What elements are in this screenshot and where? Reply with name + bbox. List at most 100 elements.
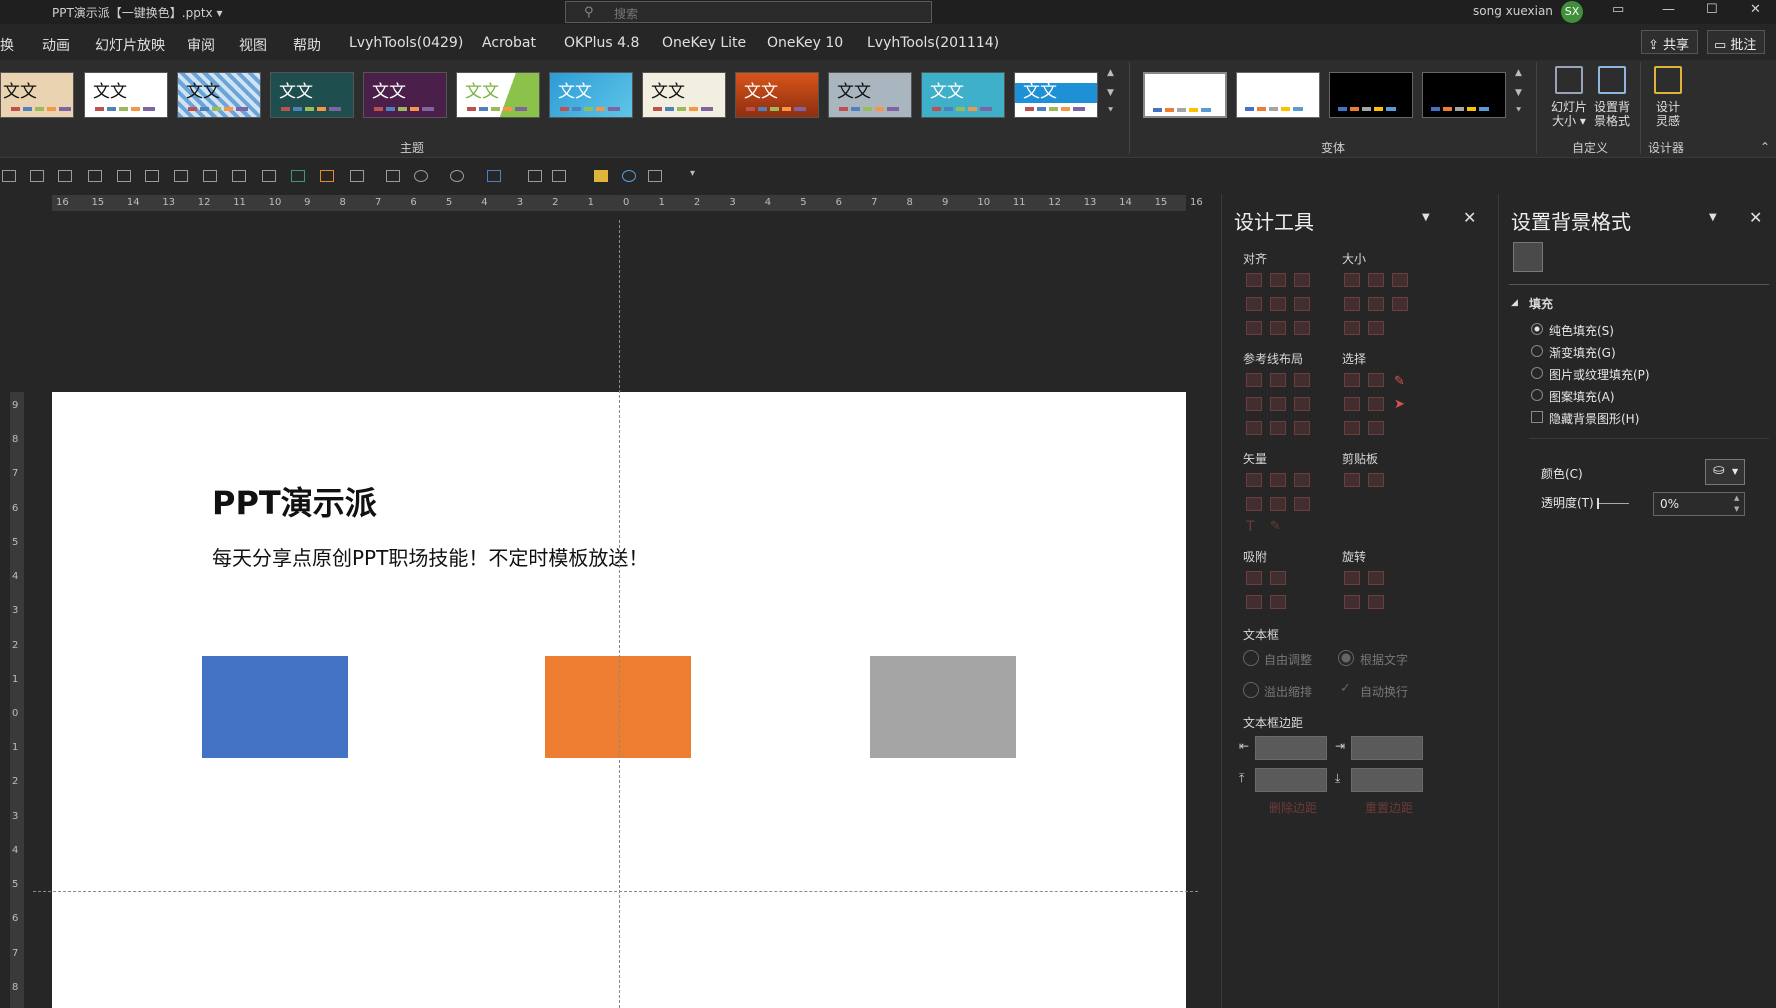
- menu-transitions[interactable]: 换: [0, 35, 14, 55]
- fill-tab-icon[interactable]: [1513, 242, 1543, 272]
- wrap-check-icon[interactable]: ✓: [1340, 681, 1351, 696]
- variant-scroll-up-icon[interactable]: ▲: [1515, 68, 1522, 78]
- vector-split-icon[interactable]: [1294, 497, 1310, 511]
- size-5-icon[interactable]: [1368, 321, 1384, 335]
- theme-scroll-down-icon[interactable]: ▼: [1107, 88, 1114, 98]
- merge-shapes-icon[interactable]: [450, 170, 464, 182]
- bring-forward-icon[interactable]: [174, 170, 188, 182]
- collapse-ribbon-icon[interactable]: ⌃: [1760, 140, 1770, 154]
- align-top-d-icon[interactable]: [1246, 297, 1262, 311]
- gradient-fill-label[interactable]: 渐变填充(G): [1549, 344, 1616, 361]
- close-icon[interactable]: ✕: [1750, 2, 1761, 17]
- guide-middle-icon[interactable]: [1270, 397, 1286, 411]
- text-effects-icon[interactable]: [648, 170, 662, 182]
- hide-bg-label[interactable]: 隐藏背景图形(H): [1549, 410, 1639, 427]
- spin-up-icon[interactable]: ▲: [1734, 494, 1739, 502]
- select-invert-icon[interactable]: [1344, 397, 1360, 411]
- menu-help[interactable]: 帮助: [293, 35, 321, 55]
- snap-3-icon[interactable]: [1246, 595, 1262, 609]
- guide-bottom-icon[interactable]: [1294, 397, 1310, 411]
- delete-margin-link[interactable]: 删除边距: [1269, 799, 1317, 816]
- distribute-h-icon[interactable]: [1246, 321, 1262, 335]
- format-painter-icon[interactable]: [386, 170, 400, 182]
- vector-intersect-icon[interactable]: [1246, 497, 1262, 511]
- theme-thumb-7[interactable]: 文文: [549, 72, 633, 118]
- slide-subtitle[interactable]: 每天分享点原创PPT职场技能！不定时模板放送！: [212, 542, 648, 571]
- snap-1-icon[interactable]: [1246, 571, 1262, 585]
- variant-thumb-2[interactable]: [1236, 72, 1320, 118]
- copy-icon[interactable]: [1344, 473, 1360, 487]
- same-height-icon[interactable]: [1368, 273, 1384, 287]
- theme-thumb-11[interactable]: 文文: [921, 72, 1005, 118]
- ungroup-icon[interactable]: [262, 170, 276, 182]
- gray-rectangle[interactable]: [870, 656, 1016, 758]
- size-3-icon[interactable]: [1392, 297, 1408, 311]
- guide-grid-1-icon[interactable]: [1246, 421, 1262, 435]
- vector-pen-icon[interactable]: ✎: [1270, 519, 1281, 534]
- slide-title[interactable]: PPT演示派: [212, 478, 377, 524]
- orange-rectangle[interactable]: [545, 656, 691, 758]
- vertical-guide[interactable]: [619, 220, 620, 1008]
- format-background-icon[interactable]: [1598, 66, 1626, 94]
- theme-more-icon[interactable]: ⯆: [1107, 106, 1114, 116]
- transparency-slider-thumb[interactable]: [1597, 498, 1599, 509]
- fit-text-radio[interactable]: [1338, 650, 1354, 666]
- design-ideas-icon[interactable]: [1654, 66, 1682, 94]
- theme-thumb-10[interactable]: 文文: [828, 72, 912, 118]
- picture-format-icon[interactable]: [552, 170, 566, 182]
- search-box[interactable]: ⚲ 搜索: [565, 1, 932, 23]
- size-1-icon[interactable]: [1344, 297, 1360, 311]
- theme-thumb-9[interactable]: 文文: [735, 72, 819, 118]
- theme-thumb-12[interactable]: 文文: [1014, 72, 1098, 118]
- align-right-icon[interactable]: [1294, 273, 1310, 287]
- minimize-icon[interactable]: —: [1662, 2, 1675, 17]
- menu-lvyhtools-201114[interactable]: LvyhTools(201114): [867, 35, 999, 51]
- distribute-v-icon[interactable]: [1270, 321, 1286, 335]
- highlight-icon[interactable]: [594, 170, 608, 182]
- pattern-fill-label[interactable]: 图案填充(A): [1549, 388, 1615, 405]
- pane-close-icon[interactable]: ✕: [1463, 208, 1476, 227]
- snap-4-icon[interactable]: [1270, 595, 1286, 609]
- snap-2-icon[interactable]: [1270, 571, 1286, 585]
- variant-more-icon[interactable]: ⯆: [1515, 106, 1522, 116]
- user-name[interactable]: song xuexian: [1473, 4, 1553, 18]
- vector-union-icon[interactable]: [1246, 473, 1262, 487]
- spin-down-icon[interactable]: ▼: [1734, 505, 1739, 513]
- paste-icon[interactable]: [1368, 473, 1384, 487]
- transparency-input[interactable]: 0% ▲ ▼: [1653, 492, 1745, 516]
- vector-combine-icon[interactable]: [1270, 473, 1286, 487]
- guide-center-icon[interactable]: [1270, 373, 1286, 387]
- distribute-icon[interactable]: [2, 170, 16, 182]
- swap-icon[interactable]: [320, 170, 334, 182]
- cursor-select-icon[interactable]: ➤: [1394, 397, 1405, 412]
- slide-size-button[interactable]: 幻灯片 大小 ▾: [1546, 100, 1592, 128]
- menu-acrobat[interactable]: Acrobat: [482, 35, 536, 51]
- horizontal-guide[interactable]: [33, 891, 1198, 892]
- comment-button[interactable]: ▭ 批注: [1707, 30, 1766, 54]
- menu-slideshow[interactable]: 幻灯片放映: [95, 35, 165, 55]
- align-top-icon[interactable]: [30, 170, 44, 182]
- crop-icon[interactable]: [528, 170, 542, 182]
- align-center-icon[interactable]: [145, 170, 159, 182]
- pane-options-icon[interactable]: ▼: [1422, 212, 1430, 223]
- slide-size-icon[interactable]: [1555, 66, 1583, 94]
- menu-onekey-10[interactable]: OneKey 10: [767, 35, 843, 51]
- theme-thumb-1[interactable]: 文文: [0, 72, 74, 118]
- size-4-icon[interactable]: [1344, 321, 1360, 335]
- select-group-icon[interactable]: [1344, 421, 1360, 435]
- autofit-radio[interactable]: [1243, 650, 1259, 666]
- align-bottom-icon[interactable]: [58, 170, 72, 182]
- menu-lvyhtools-0429[interactable]: LvyhTools(0429): [349, 35, 463, 51]
- select-same-icon[interactable]: [1344, 373, 1360, 387]
- blue-rectangle[interactable]: [202, 656, 348, 758]
- color-picker-button[interactable]: ⛀ ▼: [1705, 459, 1745, 485]
- color-picker-icon[interactable]: [622, 170, 636, 182]
- avatar[interactable]: SX: [1561, 1, 1583, 23]
- format-background-button[interactable]: 设置背 景格式: [1589, 100, 1635, 128]
- pattern-fill-radio[interactable]: [1531, 389, 1543, 401]
- theme-thumb-8[interactable]: 文文: [642, 72, 726, 118]
- variant-scroll-down-icon[interactable]: ▼: [1515, 88, 1522, 98]
- theme-thumb-5[interactable]: 文文: [363, 72, 447, 118]
- align-middle-d-icon[interactable]: [1270, 297, 1286, 311]
- shape-outline-icon[interactable]: [487, 170, 501, 182]
